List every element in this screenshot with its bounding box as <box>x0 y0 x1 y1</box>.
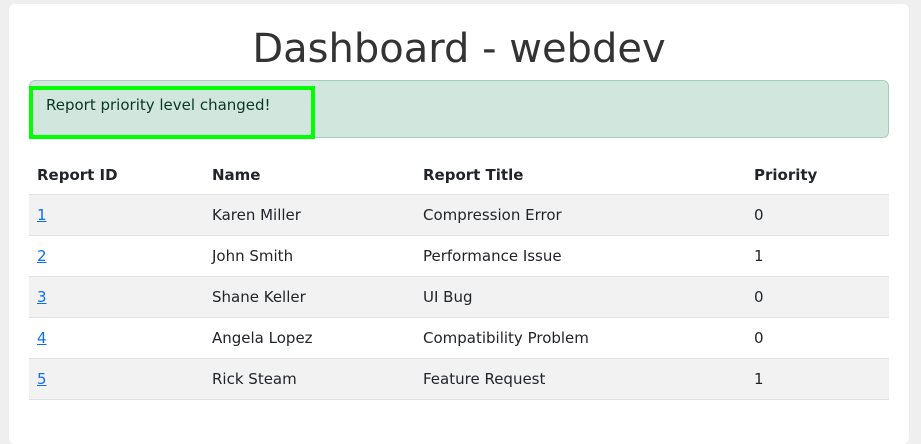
reports-table: Report ID Name Report Title Priority 1 K… <box>29 156 889 400</box>
col-name: Name <box>204 156 415 195</box>
priority-cell: 1 <box>746 235 889 277</box>
name-cell: John Smith <box>204 235 415 277</box>
priority-cell: 0 <box>746 317 889 359</box>
report-link[interactable]: 2 <box>37 247 47 265</box>
report-id-cell: 1 <box>29 194 204 236</box>
table-row: 1 Karen Miller Compression Error 0 <box>29 194 889 236</box>
table-row: 3 Shane Keller UI Bug 0 <box>29 276 889 318</box>
table-row: 4 Angela Lopez Compatibility Problem 0 <box>29 317 889 359</box>
report-link[interactable]: 4 <box>37 329 47 347</box>
report-title-cell: Compression Error <box>415 194 746 236</box>
report-title-cell: Performance Issue <box>415 235 746 277</box>
report-id-cell: 2 <box>29 235 204 277</box>
name-cell: Angela Lopez <box>204 317 415 359</box>
report-id-cell: 4 <box>29 317 204 359</box>
report-link[interactable]: 1 <box>37 206 47 224</box>
report-id-cell: 5 <box>29 358 204 400</box>
report-link[interactable]: 5 <box>37 370 47 388</box>
priority-cell: 1 <box>746 358 889 400</box>
col-priority: Priority <box>746 156 889 195</box>
name-cell: Rick Steam <box>204 358 415 400</box>
col-report-id: Report ID <box>29 156 204 195</box>
report-title-cell: Compatibility Problem <box>415 317 746 359</box>
name-cell: Shane Keller <box>204 276 415 318</box>
highlight-box <box>29 86 315 139</box>
col-report-title: Report Title <box>415 156 746 195</box>
page-title: Dashboard - webdev <box>252 26 666 72</box>
report-id-cell: 3 <box>29 276 204 318</box>
priority-cell: 0 <box>746 194 889 236</box>
report-title-cell: Feature Request <box>415 358 746 400</box>
table-row: 2 John Smith Performance Issue 1 <box>29 235 889 277</box>
priority-cell: 0 <box>746 276 889 318</box>
report-title-cell: UI Bug <box>415 276 746 318</box>
dashboard-card: Dashboard - webdev Report priority level… <box>9 4 909 444</box>
table-row: 5 Rick Steam Feature Request 1 <box>29 358 889 400</box>
name-cell: Karen Miller <box>204 194 415 236</box>
report-link[interactable]: 3 <box>37 288 47 306</box>
